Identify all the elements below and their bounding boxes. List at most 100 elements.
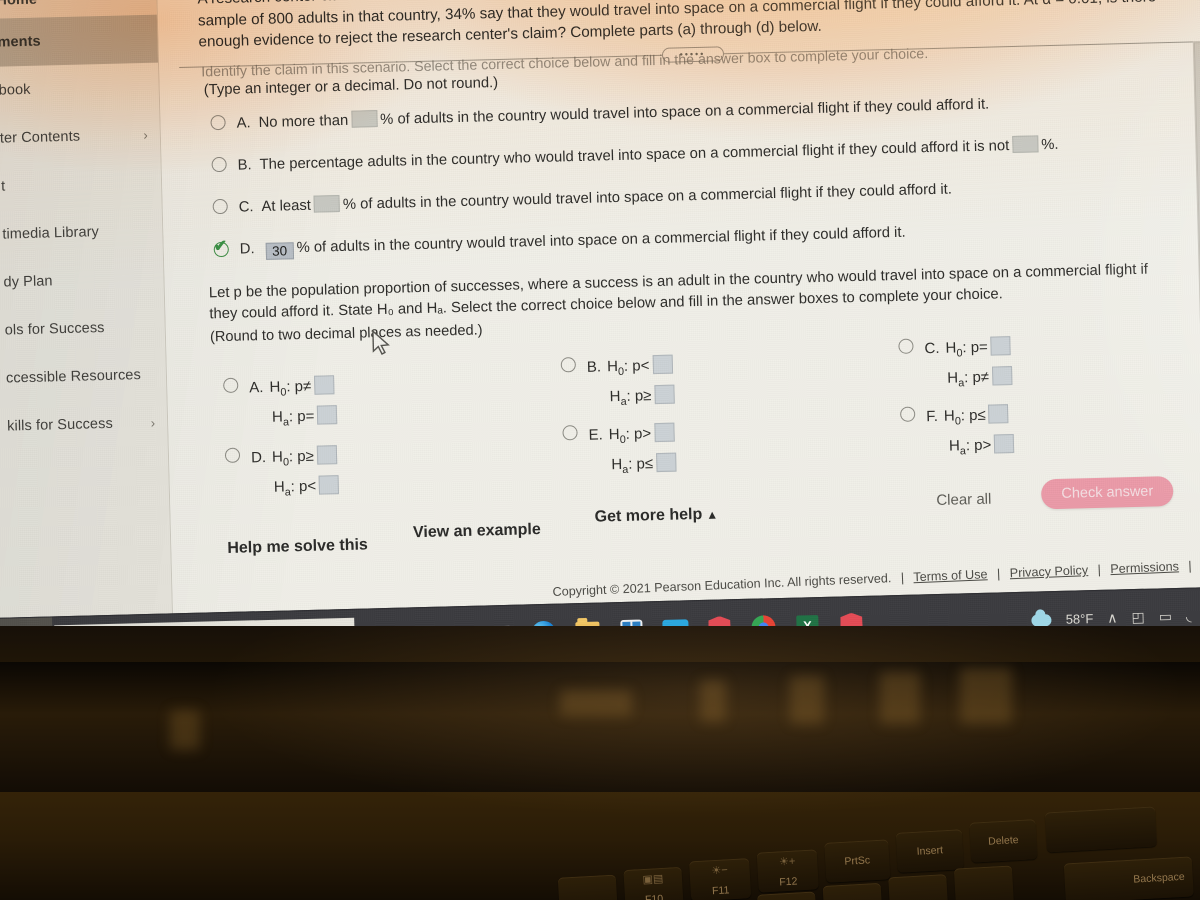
radio-checked-icon[interactable] [213,241,229,257]
key-row2-d[interactable] [757,891,818,900]
laptop-screen: Home ments book ter Contents › t timedia… [0,0,1200,674]
choice-option-b[interactable]: B. The percentage adults in the country w… [203,132,1168,177]
key-row2-f[interactable] [888,874,949,900]
show-hidden-icons-chevron-icon[interactable]: ∧ [1107,609,1118,626]
wifi-icon[interactable]: ◟ [1186,608,1192,625]
radio-icon[interactable] [223,377,239,393]
hypothesis-box-input[interactable] [655,452,677,472]
sidebar-item-multimedia-library[interactable]: timedia Library [0,207,163,259]
hypothesis-option-a[interactable]: A. H0: p≠ Ha: p= [223,372,338,435]
sidebar-item-study-plan[interactable]: dy Plan [0,255,164,307]
ha-operator: < [307,477,317,495]
ha-operator: > [982,436,992,454]
footer-separator: | [996,566,1001,581]
h0-operator: ≤ [977,406,986,424]
radio-icon[interactable] [899,406,916,422]
sidebar-item-tools-for-success[interactable]: ols for Success [0,302,165,354]
ha-operator: ≤ [644,454,654,473]
sidebar-item-ebook[interactable]: book [0,63,159,115]
key-label: Backspace [1133,870,1186,886]
sidebar-item-skills-for-success[interactable]: kills for Success › [0,398,168,450]
radio-icon[interactable] [210,114,226,131]
hypothesis-box-input[interactable] [991,365,1013,386]
get-more-help-button[interactable]: Get more help ▲ [594,506,718,527]
privacy-policy-link[interactable]: Privacy Policy [1009,563,1088,580]
hypothesis-box-input[interactable] [994,433,1015,454]
key-insert[interactable]: Insert [895,829,964,873]
hypothesis-box-input[interactable] [313,374,335,395]
choice-option-a[interactable]: A. No more than % of adults in the country… [202,90,1167,135]
sidebar-item-label: timedia Library [2,224,100,243]
terms-of-use-link[interactable]: Terms of Use [913,567,988,584]
hypothesis-alt-line: Ha: p< [251,472,340,504]
sidebar-item-chapter-contents[interactable]: ter Contents › [0,111,160,163]
hypothesis-box-input[interactable] [988,403,1009,424]
hypothesis-option-c[interactable]: C. H0: p= Ha: p≠ [898,333,1013,396]
key-f12[interactable]: ☀+ F12 [756,849,819,893]
sidebar-item-label: dy Plan [3,273,53,291]
choice-option-d[interactable]: D. 30% of adults in the country would tra… [206,217,1171,261]
key-f11[interactable]: ☀− F11 [689,858,752,900]
hypothesis-option-b[interactable]: B. H0: p< Ha: p≥ [560,351,675,414]
h0-operator: > [642,424,652,443]
display-switch-icon: ▣▤ [642,872,664,887]
sidebar-item-label: t [0,178,6,195]
key-row2-e[interactable] [822,882,883,900]
hypothesis-box-input[interactable] [654,384,675,404]
choice-text-post: % of adults in the country would travel … [342,181,953,214]
key-label: F11 [711,884,730,898]
clear-all-button[interactable]: Clear all [936,491,991,509]
hypothesis-option-d[interactable]: D. H0: p≥ Ha: p< [224,442,340,505]
hypothesis-alt-line: Ha: p= [250,402,338,434]
question-panel: A research center claims that 30% of adu… [156,0,1200,620]
hypothesis-option-f[interactable]: F. H0: p≤ Ha: p> [899,401,1015,464]
pearson-mylab-app: Home ments book ter Contents › t timedia… [0,0,1200,624]
radio-icon[interactable] [224,447,241,463]
key-delete[interactable]: Delete [969,819,1038,863]
chevron-right-icon: › [150,415,156,431]
view-an-example-button[interactable]: View an example [413,521,541,542]
check-answer-button[interactable]: Check answer [1040,476,1174,510]
chevron-right-icon: › [143,127,149,143]
hypothesis-box-input[interactable] [317,404,338,425]
key-row2-g[interactable] [953,865,1015,900]
hypothesis-box-input[interactable] [316,444,338,465]
radio-icon[interactable] [211,157,227,173]
answer-box-input[interactable] [1012,135,1039,154]
hypothesis-alt-line: Ha: p≠ [925,363,1013,395]
permissions-link[interactable]: Permissions [1110,559,1179,576]
answer-box-input-filled[interactable]: 30 [265,241,294,260]
scrollbar-thumb[interactable] [1193,42,1200,302]
sidebar-item-chat[interactable]: t [0,159,162,211]
key-backspace[interactable]: Backspace [1063,856,1194,900]
battery-icon[interactable]: ▭ [1159,608,1173,625]
hypothesis-letter: F. [926,407,939,425]
hypothesis-option-e[interactable]: E. H0: p> Ha: p≤ [562,419,677,482]
course-sidebar[interactable]: Home ments book ter Contents › t timedia… [0,0,174,624]
answer-box-input[interactable] [313,195,341,214]
hypothesis-box-input[interactable] [653,422,675,442]
key-f9[interactable] [557,874,618,900]
weather-temperature[interactable]: 58°F [1066,611,1094,627]
key-f10[interactable]: ▣▤ F10 [623,866,684,900]
laptop-keyboard: ▣▤ F10 ☀− F11 ☀+ F12 PrtSc Insert Delete [0,780,1200,900]
choice-option-c[interactable]: C. At least % of adults in the country wou… [205,174,1170,219]
radio-icon[interactable] [560,356,577,373]
question-scrollbar[interactable]: ▲ ▼ [1192,41,1200,476]
sidebar-item-assignments[interactable]: ments [0,14,159,67]
copyright-text: Copyright © 2021 Pearson Education Inc. … [552,571,892,600]
radio-icon[interactable] [562,424,578,441]
radio-icon[interactable] [898,338,914,354]
radio-icon[interactable] [212,199,228,215]
answer-box-input[interactable] [350,110,378,128]
key-power[interactable] [1044,806,1157,853]
hypothesis-box-input[interactable] [990,335,1012,356]
brightness-up-icon: ☀+ [778,855,796,869]
sidebar-item-accessible-resources[interactable]: ccessible Resources [0,350,167,402]
hypothesis-box-input[interactable] [318,474,340,495]
onedrive-icon[interactable]: ◰ [1131,609,1145,626]
help-me-solve-this-button[interactable]: Help me solve this [227,536,368,558]
key-prtsc[interactable]: PrtSc [824,839,891,883]
sidebar-item-label: book [0,81,31,99]
hypothesis-box-input[interactable] [652,354,673,374]
